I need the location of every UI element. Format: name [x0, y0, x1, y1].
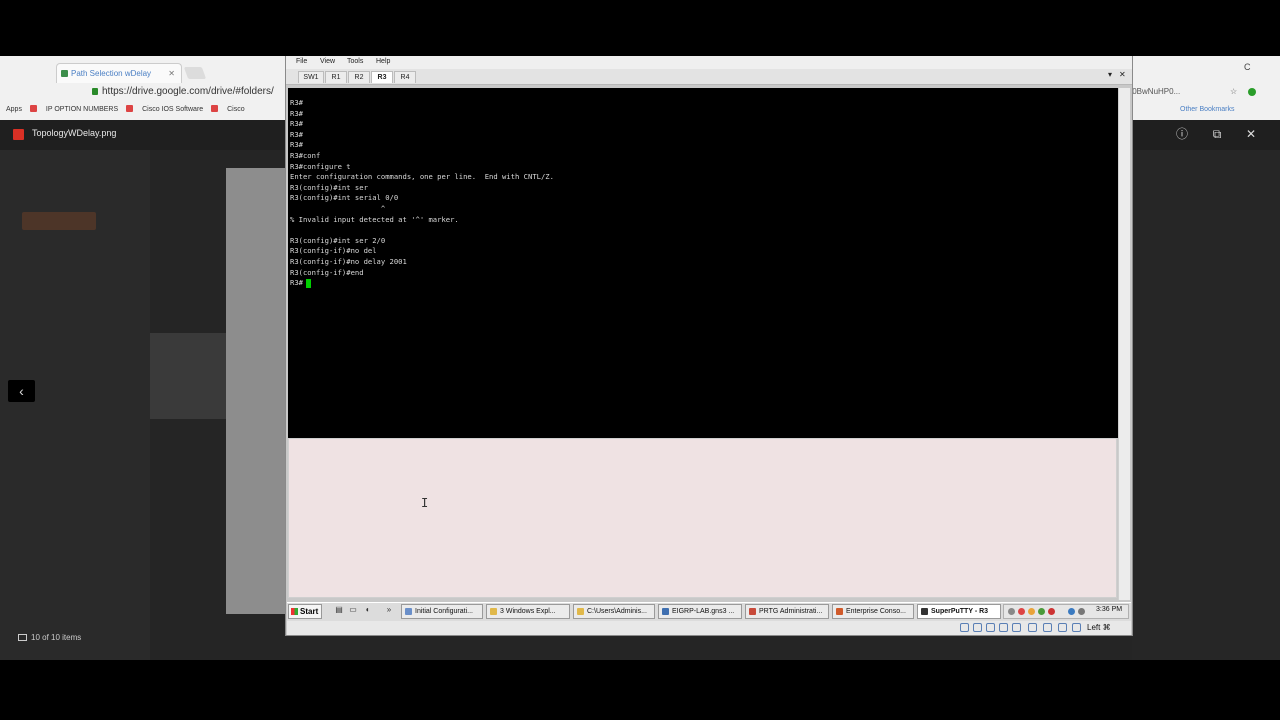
menu-view[interactable]: View: [320, 58, 335, 65]
status-icon[interactable]: [1072, 623, 1081, 632]
tray-volume-icon[interactable]: [1078, 608, 1085, 615]
grid-icon: [18, 634, 27, 641]
bookmark-icon: [126, 105, 134, 112]
empty-pane[interactable]: [288, 438, 1117, 598]
taskbar-item-superputty[interactable]: SuperPuTTY - R3: [917, 604, 1001, 619]
tray-arrow-icon[interactable]: [1008, 608, 1015, 615]
folder-icon: [577, 608, 584, 615]
keyboard-indicator: Left ⌘: [1087, 623, 1111, 632]
bookmark-cisco[interactable]: Cisco: [211, 105, 245, 113]
tray-monitor-icon[interactable]: [1068, 608, 1075, 615]
quicklaunch-console-icon[interactable]: ▭: [348, 605, 358, 615]
putty-menu-bar: File View Tools Help: [286, 56, 1132, 69]
tab-r1[interactable]: R1: [325, 71, 347, 83]
quicklaunch-explorer-icon[interactable]: ▤: [334, 605, 344, 615]
bookmark-icon: [211, 105, 219, 112]
bookmark-icon: [29, 105, 37, 112]
taskbar-item-eigrp-lab[interactable]: EIGRP-LAB.gns3 ...: [658, 604, 742, 619]
address-bar[interactable]: https://drive.google.com/drive/#folders/: [92, 84, 292, 100]
status-icon[interactable]: [1058, 623, 1067, 632]
taskbar-clock[interactable]: 3:36 PM: [1096, 606, 1122, 613]
taskbar-item-enterprise-console[interactable]: Enterprise Conso...: [832, 604, 914, 619]
menu-file[interactable]: File: [296, 58, 307, 65]
tab-r2[interactable]: R2: [348, 71, 370, 83]
window-icon: [405, 608, 412, 615]
status-icon[interactable]: [973, 623, 982, 632]
windows-flag-icon: [291, 608, 298, 615]
url-tail-text: /0BwNuHP0...: [1130, 87, 1181, 96]
url-text: https://drive.google.com/drive/#folders/: [102, 86, 274, 97]
tab-r4[interactable]: R4: [394, 71, 416, 83]
tray-network-icon[interactable]: [1038, 608, 1045, 615]
address-bar-right[interactable]: /0BwNuHP0... ☆: [1130, 84, 1280, 100]
drive-preview-page: [226, 168, 288, 614]
bookmark-cisco-ios[interactable]: Cisco IOS Software: [126, 105, 203, 113]
console-icon: [836, 608, 843, 615]
browser-tab[interactable]: Path Selection wDelay ✕: [56, 63, 182, 83]
terminal-cursor: [306, 279, 311, 288]
folder-icon: [490, 608, 497, 615]
status-icon[interactable]: [1012, 623, 1021, 632]
bookmark-apps[interactable]: Apps: [6, 106, 22, 113]
lock-icon: [92, 88, 98, 95]
taskbar-item-users-admin[interactable]: C:\Users\Adminis...: [573, 604, 655, 619]
extension-icon[interactable]: [1248, 88, 1258, 98]
status-icon[interactable]: [1028, 623, 1037, 632]
quicklaunch-more-icon[interactable]: »: [384, 605, 394, 615]
drive-details-panel: [1132, 150, 1280, 660]
terminal-output: R3# R3# R3# R3# R3# R3#conf R3#configure…: [290, 98, 554, 288]
close-session-icon[interactable]: ✕: [1119, 70, 1126, 79]
open-in-new-icon[interactable]: ⧉: [1210, 127, 1224, 141]
drive-thumbnail: [150, 333, 228, 419]
previous-arrow-button[interactable]: ‹: [8, 380, 35, 402]
star-icon[interactable]: ☆: [1230, 84, 1237, 100]
menu-tools[interactable]: Tools: [347, 58, 363, 65]
taskbar-item-windows-explorer[interactable]: 3 Windows Expl...: [486, 604, 570, 619]
tab-list-dropdown-icon[interactable]: ▾: [1108, 70, 1112, 79]
info-icon[interactable]: ⓘ: [1175, 127, 1189, 141]
drive-new-button: [22, 212, 96, 230]
bookmarks-bar: Apps IP OPTION NUMBERS Cisco IOS Softwar…: [0, 102, 290, 118]
status-icon[interactable]: [986, 623, 995, 632]
tab-close-icon[interactable]: ✕: [168, 64, 175, 83]
new-tab-button[interactable]: [183, 67, 207, 79]
tray-alert-icon[interactable]: [1048, 608, 1055, 615]
tray-bell-icon[interactable]: [1028, 608, 1035, 615]
item-counter[interactable]: 10 of 10 items: [18, 633, 81, 642]
taskbar-item-prtg[interactable]: PRTG Administrati...: [745, 604, 829, 619]
drive-favicon-icon: [61, 70, 68, 77]
prtg-icon: [749, 608, 756, 615]
menu-help[interactable]: Help: [376, 58, 390, 65]
browser-tab-title: Path Selection wDelay: [71, 69, 152, 78]
other-bookmarks[interactable]: Other Bookmarks: [1180, 102, 1280, 118]
ibeam-cursor-icon: I: [421, 496, 429, 510]
taskbar-item-initial-configuration[interactable]: Initial Configurati...: [401, 604, 483, 619]
close-preview-icon[interactable]: ✕: [1244, 127, 1258, 141]
start-button[interactable]: Start: [288, 604, 322, 619]
vertical-scrollbar[interactable]: [1118, 88, 1130, 600]
putty-icon: [921, 608, 928, 615]
preview-file-name: TopologyWDelay.png: [32, 128, 117, 138]
tab-sw1[interactable]: SW1: [298, 71, 324, 83]
status-icon[interactable]: [960, 623, 969, 632]
status-icon[interactable]: [999, 623, 1008, 632]
terminal-console[interactable]: R3# R3# R3# R3# R3# R3#conf R3#configure…: [288, 88, 1118, 438]
status-icon[interactable]: [1043, 623, 1052, 632]
gns3-icon: [662, 608, 669, 615]
tray-app-icon[interactable]: [1018, 608, 1025, 615]
quicklaunch-ie-icon[interactable]: ◐: [363, 605, 373, 615]
image-file-icon: [13, 129, 24, 140]
bookmark-ip-options[interactable]: IP OPTION NUMBERS: [29, 105, 118, 113]
tab-r3[interactable]: R3: [371, 71, 393, 83]
profile-button[interactable]: C: [1244, 62, 1251, 72]
